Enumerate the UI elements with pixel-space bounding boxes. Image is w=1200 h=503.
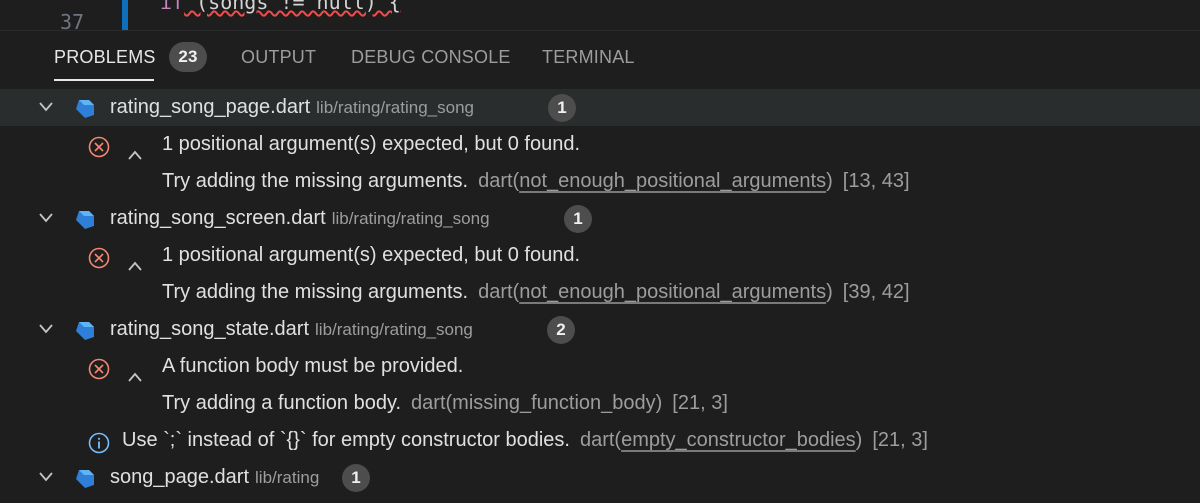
error-icon	[88, 356, 110, 380]
file-row-song-page[interactable]: song_page.dart lib/rating 1	[0, 459, 1200, 496]
problems-count-badge: 23	[169, 42, 207, 72]
error-icon	[88, 134, 110, 158]
line-number: 37	[60, 10, 85, 30]
problem-hint: Try adding the missing arguments. dart(no…	[162, 170, 910, 192]
problem-source: dart(not_enough_positional_arguments)	[478, 281, 833, 303]
file-problem-count: 1	[342, 464, 370, 492]
problem-source: dart(empty_constructor_bodies)	[579, 429, 863, 451]
problem-position: [21, 3]	[672, 392, 728, 414]
problem-message: 1 positional argument(s) expected, but 0…	[162, 244, 581, 266]
chevron-down-icon[interactable]	[38, 459, 58, 496]
error-icon	[88, 245, 110, 269]
file-path: lib/rating/rating_song	[331, 209, 490, 228]
file-path: lib/rating/rating_song	[315, 320, 473, 339]
dart-file-icon	[74, 466, 96, 488]
problem-message: A function body must be provided.	[162, 355, 464, 377]
indent-guide	[122, 0, 128, 30]
problem-row[interactable]: 1 positional argument(s) expected, but 0…	[0, 237, 1200, 274]
problem-position: [39, 42]	[842, 281, 910, 303]
file-problem-count: 2	[547, 316, 575, 344]
chevron-down-icon[interactable]	[38, 311, 58, 348]
file-row-rating-song-page[interactable]: rating_song_page.dart lib/rating/rating_s…	[0, 89, 1200, 126]
problem-hint-row[interactable]: Try adding a function body. dart(missing_…	[0, 385, 1200, 422]
problem-code-link[interactable]: not_enough_positional_arguments	[519, 281, 826, 303]
code-editor[interactable]: 37 if (songs != null) {	[0, 0, 1200, 30]
dart-file-icon	[74, 318, 96, 340]
problem-code-link[interactable]: not_enough_positional_arguments	[519, 170, 826, 192]
tab-output-label: OUTPUT	[241, 47, 317, 67]
chevron-down-icon[interactable]	[38, 89, 58, 126]
problem-row[interactable]: A function body must be provided.	[0, 348, 1200, 385]
tab-terminal[interactable]: TERMINAL	[542, 47, 635, 68]
info-icon	[88, 430, 110, 454]
file-path: lib/rating/rating_song	[316, 98, 474, 117]
tab-problems[interactable]: PROBLEMS 23	[54, 42, 207, 72]
bottom-panel: PROBLEMS 23 OUTPUT DEBUG CONSOLE TERMINA…	[0, 30, 1200, 492]
panel-tabs: PROBLEMS 23 OUTPUT DEBUG CONSOLE TERMINA…	[0, 31, 1200, 87]
tab-debug-console-label: DEBUG CONSOLE	[351, 47, 511, 67]
file-problem-count: 1	[548, 94, 576, 122]
tab-output[interactable]: OUTPUT	[241, 47, 316, 68]
problem-row[interactable]: 1 positional argument(s) expected, but 0…	[0, 126, 1200, 163]
problem-message: Use `;` instead of `{}` for empty constr…	[122, 429, 928, 451]
dart-file-icon	[74, 96, 96, 118]
dart-file-icon	[74, 207, 96, 229]
problem-row[interactable]: Use `;` instead of `{}` for empty constr…	[0, 422, 1200, 459]
problem-position: [13, 43]	[842, 170, 910, 192]
file-name: rating_song_screen.dart lib/rating/rating…	[110, 207, 490, 229]
problem-hint-row[interactable]: Try adding the missing arguments. dart(no…	[0, 163, 1200, 200]
problem-source: dart(not_enough_positional_arguments)	[478, 170, 833, 192]
code-line: if (songs != null) {	[160, 0, 401, 14]
problem-hint-row[interactable]: Try adding the missing arguments. dart(no…	[0, 274, 1200, 311]
file-row-rating-song-screen[interactable]: rating_song_screen.dart lib/rating/rating…	[0, 200, 1200, 237]
problem-hint: Try adding the missing arguments. dart(no…	[162, 281, 910, 303]
problem-message: 1 positional argument(s) expected, but 0…	[162, 133, 581, 155]
chevron-down-icon[interactable]	[38, 200, 58, 237]
file-name: rating_song_page.dart lib/rating/rating_s…	[110, 96, 474, 118]
file-path: lib/rating	[255, 468, 320, 487]
problem-code-link[interactable]: empty_constructor_bodies	[621, 429, 856, 451]
file-name: rating_song_state.dart lib/rating/rating_…	[110, 318, 473, 340]
file-problem-count: 1	[564, 205, 592, 233]
file-row-rating-song-state[interactable]: rating_song_state.dart lib/rating/rating_…	[0, 311, 1200, 348]
active-tab-indicator	[54, 79, 154, 81]
file-name: song_page.dart lib/rating	[110, 466, 320, 488]
problem-position: [21, 3]	[872, 429, 928, 451]
problem-source: dart(missing_function_body)	[411, 392, 663, 414]
tab-problems-label: PROBLEMS	[54, 47, 156, 67]
problem-hint: Try adding a function body. dart(missing_…	[162, 392, 728, 414]
tab-debug-console[interactable]: DEBUG CONSOLE	[351, 47, 511, 68]
tab-terminal-label: TERMINAL	[542, 47, 635, 67]
